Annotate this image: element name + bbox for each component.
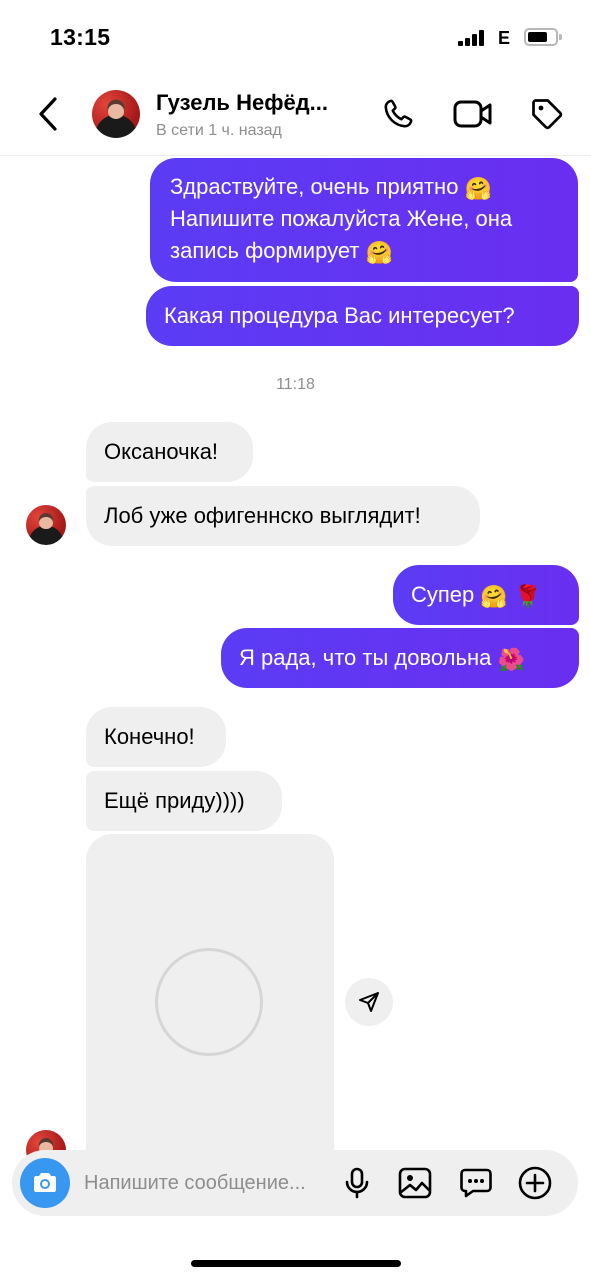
- outgoing-message[interactable]: Какая процедура Вас интересует?: [146, 286, 579, 346]
- contact-name[interactable]: Гузель Нефёд...: [156, 90, 356, 116]
- message-text: запись формирует: [170, 238, 360, 263]
- contact-status: В сети 1 ч. назад: [156, 122, 282, 139]
- incoming-message[interactable]: Ещё приду)))): [86, 771, 282, 831]
- battery-icon: [524, 28, 562, 46]
- plus-icon[interactable]: [515, 1163, 555, 1203]
- message-text: Ещё приду)))): [104, 788, 245, 813]
- camera-icon[interactable]: [20, 1158, 70, 1208]
- message-text: Супер: [411, 582, 475, 607]
- home-indicator[interactable]: [191, 1260, 401, 1267]
- hug-emoji: 🤗: [365, 240, 393, 265]
- message-input[interactable]: [84, 1170, 334, 1196]
- message-text: Какая процедура Вас интересует?: [164, 303, 515, 328]
- outgoing-message[interactable]: Здраствуйте, очень приятно 🤗 Напишите по…: [150, 158, 578, 282]
- gallery-icon[interactable]: [395, 1163, 435, 1203]
- message-text: Я рада, что ты довольна: [239, 645, 492, 670]
- message-timestamp: 11:18: [276, 376, 315, 393]
- hug-emoji: 🤗: [464, 176, 492, 201]
- message-text: Оксаночка!: [104, 439, 219, 464]
- video-placeholder-icon: [155, 948, 263, 1056]
- network-type: E: [498, 28, 511, 48]
- contact-avatar[interactable]: [26, 505, 66, 545]
- status-bar: 13:15 E: [0, 0, 591, 76]
- chat-header: Гузель Нефёд... В сети 1 ч. назад: [0, 76, 591, 156]
- message-text: Здраствуйте, очень приятно: [170, 174, 459, 199]
- incoming-message[interactable]: Конечно!: [86, 707, 226, 767]
- status-time: 13:15: [50, 24, 111, 50]
- message-text: Лоб уже офигеннско выглядит!: [104, 503, 421, 528]
- phone-icon[interactable]: [378, 94, 418, 134]
- video-camera-icon[interactable]: [453, 94, 493, 134]
- outgoing-message[interactable]: Супер 🤗 🌹: [393, 565, 579, 625]
- microphone-icon[interactable]: [337, 1163, 377, 1203]
- video-message[interactable]: [86, 834, 334, 1154]
- tag-icon[interactable]: [527, 94, 567, 134]
- rose-emoji: 🌹: [513, 584, 542, 609]
- signal-icon: [458, 30, 486, 46]
- incoming-message[interactable]: Лоб уже офигеннско выглядит!: [86, 486, 480, 546]
- share-icon[interactable]: [345, 978, 393, 1026]
- hibiscus-emoji: 🌺: [497, 647, 525, 672]
- message-text: Напишите пожалуйста Жене, она: [170, 206, 513, 231]
- message-text: Конечно!: [104, 724, 195, 749]
- incoming-message[interactable]: Оксаночка!: [86, 422, 253, 482]
- hug-emoji: 🤗: [480, 584, 508, 609]
- sticker-chat-icon[interactable]: [456, 1163, 496, 1203]
- contact-avatar[interactable]: [92, 90, 140, 138]
- outgoing-message[interactable]: Я рада, что ты довольна 🌺: [221, 628, 579, 688]
- back-arrow-icon[interactable]: [30, 94, 66, 134]
- message-composer: [12, 1150, 578, 1216]
